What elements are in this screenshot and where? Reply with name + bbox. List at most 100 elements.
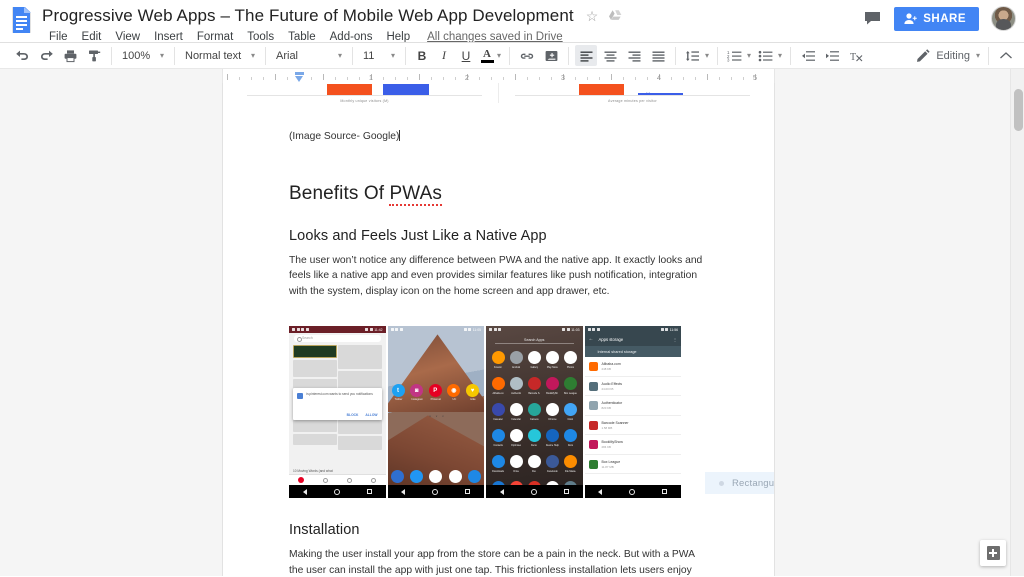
app-icon: [509, 403, 523, 417]
app-header: Progressive Web Apps – The Future of Mob…: [0, 0, 1024, 43]
undo-icon[interactable]: [11, 45, 33, 66]
numbered-list-icon[interactable]: 123: [724, 45, 746, 66]
app-drawer-item: Camera: [525, 401, 543, 427]
home-app-icon: ♥ Hike: [466, 384, 480, 401]
app-drawer-item: Duo: [525, 453, 543, 479]
menu-tools[interactable]: Tools: [240, 31, 281, 43]
screenshot-pinterest-notification-prompt: 11:42 Search in.pinterest.com wants to s…: [289, 326, 388, 499]
text-color-button[interactable]: A: [477, 45, 497, 66]
app-label: Camera: [529, 417, 539, 421]
dock-photos-icon: [448, 470, 462, 484]
share-button[interactable]: SHARE: [894, 6, 979, 31]
app-drawer-item: Downloads: [489, 453, 507, 479]
print-icon[interactable]: [59, 45, 81, 66]
paragraph-style-selector[interactable]: Normal text ▾: [180, 45, 260, 66]
drive-cloud-icon[interactable]: [608, 9, 622, 23]
ruler-mark-1: 1: [368, 73, 374, 82]
screenshot-grid-image[interactable]: 11:42 Search in.pinterest.com wants to s…: [289, 326, 774, 499]
home-app-icon: ◉ UC: [447, 384, 461, 401]
bold-button[interactable]: B: [411, 45, 433, 66]
account-avatar[interactable]: [991, 6, 1016, 31]
increase-indent-icon[interactable]: [821, 45, 843, 66]
app-drawer-item: Casualer: [489, 401, 507, 427]
save-status-link[interactable]: All changes saved in Drive: [427, 31, 563, 43]
rectangular-snip-label: Rectangular Snip: [732, 477, 775, 489]
left-indent-marker[interactable]: [295, 71, 304, 82]
document-page[interactable]: Monthly unique visitors (M) 9.3 Average …: [222, 83, 775, 576]
search-apps-input[interactable]: Search Apps: [495, 336, 574, 345]
app-label: Chrome: [548, 417, 557, 421]
menu-table[interactable]: Table: [281, 31, 323, 43]
app-drawer-item: Facebook: [543, 453, 561, 479]
underline-button[interactable]: U: [455, 45, 477, 66]
text-cursor: [399, 130, 401, 141]
document-title[interactable]: Progressive Web Apps – The Future of Mob…: [42, 6, 574, 26]
menu-insert[interactable]: Insert: [147, 31, 190, 43]
menu-view[interactable]: View: [108, 31, 147, 43]
menu-edit[interactable]: Edit: [75, 31, 109, 43]
overflow-menu-icon[interactable]: ⋮: [673, 338, 677, 342]
text-color-chevron-down-icon[interactable]: ▾: [497, 51, 501, 60]
menu-file[interactable]: File: [42, 31, 75, 43]
font-size-selector[interactable]: 11 ▾: [358, 45, 400, 66]
home-icon: [432, 488, 439, 495]
paint-format-icon[interactable]: [83, 45, 105, 66]
horizontal-ruler[interactable]: 1 2 3 4 5: [222, 69, 775, 83]
zoom-selector[interactable]: 100% ▾: [117, 45, 169, 66]
dialog-allow-button[interactable]: ALLOW: [365, 413, 377, 417]
insert-link-icon[interactable]: [516, 45, 538, 66]
dialog-block-button[interactable]: BLOCK: [347, 413, 359, 417]
editing-mode-selector[interactable]: Editing: [910, 45, 976, 66]
scrollbar-thumb[interactable]: [1014, 89, 1023, 131]
align-left-icon[interactable]: [575, 45, 598, 66]
decrease-indent-icon[interactable]: [797, 45, 819, 66]
line-spacing-icon[interactable]: [682, 45, 704, 66]
back-arrow-icon[interactable]: ←: [589, 337, 594, 342]
docs-file-icon[interactable]: [8, 4, 34, 38]
menu-format[interactable]: Format: [190, 31, 240, 43]
app-icon: [545, 351, 559, 365]
align-justify-icon[interactable]: [647, 45, 669, 66]
editing-mode-label: Editing: [936, 49, 970, 62]
align-right-icon[interactable]: [623, 45, 645, 66]
misspelled-word[interactable]: PWAs: [389, 182, 442, 206]
font-family-selector[interactable]: Arial ▾: [271, 45, 347, 66]
home-app-icon: t Twitter: [391, 384, 406, 401]
explore-button-icon[interactable]: [980, 540, 1006, 566]
menu-addons[interactable]: Add-ons: [323, 31, 380, 43]
dock-messages-icon: [409, 470, 423, 484]
storage-list-item: Audio Effects 24.00 KB: [584, 377, 681, 397]
apps-storage-list: Alibaba.com 248 KB Audio Effects 24.00 KB Au…: [584, 357, 681, 486]
star-icon[interactable]: ☆: [586, 9, 599, 23]
vertical-scrollbar[interactable]: [1010, 69, 1024, 576]
svg-text:T: T: [850, 52, 856, 62]
numbered-list-chevron-down-icon[interactable]: ▾: [747, 51, 751, 60]
search-input[interactable]: Search: [294, 335, 381, 343]
align-center-icon[interactable]: [599, 45, 621, 66]
screenshot-android-apps-storage: 11:56 ← Apps storage ⋮ Internal shared s…: [584, 326, 683, 499]
app-label: Box League: [564, 391, 577, 395]
bulleted-list-icon[interactable]: [755, 45, 777, 66]
menu-help[interactable]: Help: [379, 31, 417, 43]
app-label: Amazon: [493, 365, 503, 369]
subheading-looks-and-feels: Looks and Feels Just Like a Native App: [289, 227, 547, 244]
editing-mode-chevron-down-icon[interactable]: ▾: [976, 51, 980, 60]
redo-icon[interactable]: [35, 45, 57, 66]
italic-button[interactable]: I: [433, 45, 455, 66]
comment-bubble-icon[interactable]: [862, 9, 882, 29]
ruler-ticks: 1 2 3 4 5: [223, 69, 774, 83]
clear-formatting-icon[interactable]: T: [845, 45, 867, 66]
app-icon: [588, 362, 598, 372]
back-icon: [499, 488, 504, 495]
recents-icon: [366, 489, 372, 495]
app-icon: [563, 429, 577, 443]
storage-list-item: BookMyShow 284 KB: [584, 435, 681, 455]
app-drawer-item: Optimiser: [507, 427, 525, 453]
app-icon: [588, 440, 598, 450]
app-icon: [491, 351, 505, 365]
insert-image-icon[interactable]: [540, 45, 562, 66]
image-source-caption-line[interactable]: (Image Source- Google): [289, 129, 708, 145]
collapse-toolbar-button[interactable]: [995, 45, 1017, 66]
bulleted-list-chevron-down-icon[interactable]: ▾: [778, 51, 782, 60]
line-spacing-chevron-down-icon[interactable]: ▾: [705, 51, 709, 60]
